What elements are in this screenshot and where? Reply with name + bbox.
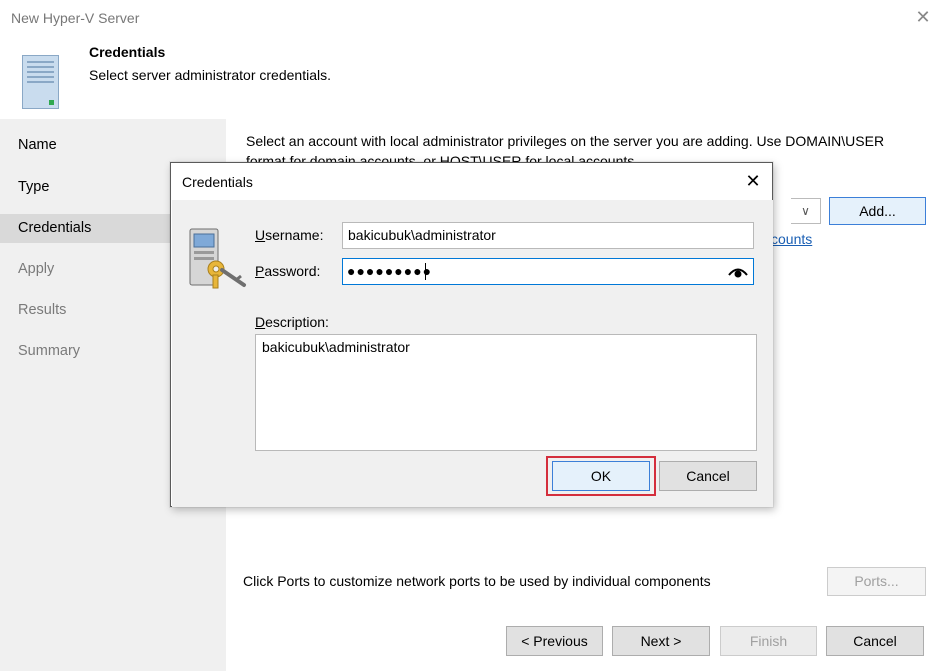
page-title: Credentials (89, 44, 166, 60)
add-credentials-button[interactable]: Add... (829, 197, 926, 225)
key-credentials-icon (189, 228, 246, 289)
chevron-down-icon: ∨ (801, 204, 810, 218)
text-caret (425, 263, 426, 280)
description-textarea[interactable]: bakicubuk\administrator (255, 334, 757, 451)
password-label: Password: (255, 263, 321, 279)
credentials-dialog: Credentials ✕ Username: bakicubuk\admini… (170, 162, 773, 507)
credentials-dropdown[interactable]: ∨ (791, 198, 821, 224)
dialog-body: Username: bakicubuk\administrator Passwo… (172, 200, 773, 507)
previous-button[interactable]: < Previous (506, 626, 603, 656)
finish-button[interactable]: Finish (720, 626, 817, 656)
manage-accounts-link[interactable]: counts (771, 231, 812, 247)
username-label: Username: (255, 227, 324, 243)
password-input[interactable]: ●●●●●●●●● (342, 258, 754, 285)
show-password-eye-icon[interactable] (728, 265, 748, 279)
cancel-button[interactable]: Cancel (826, 626, 924, 656)
username-input[interactable]: bakicubuk\administrator (342, 222, 754, 249)
next-button[interactable]: Next > (612, 626, 710, 656)
window-title: New Hyper-V Server (11, 10, 140, 26)
window-close-icon[interactable]: ✕ (911, 5, 935, 29)
step-name[interactable]: Name (0, 131, 226, 160)
description-label: Description: (255, 314, 329, 330)
dialog-close-icon[interactable]: ✕ (741, 169, 765, 193)
ports-button[interactable]: Ports... (827, 567, 926, 596)
dialog-title: Credentials (182, 174, 253, 190)
password-mask: ●●●●●●●●● (347, 263, 433, 279)
dialog-cancel-button[interactable]: Cancel (659, 461, 757, 491)
ports-hint-text: Click Ports to customize network ports t… (243, 573, 711, 589)
server-icon (22, 55, 59, 109)
ok-button[interactable]: OK (552, 461, 650, 491)
page-subtitle: Select server administrator credentials. (89, 67, 331, 83)
